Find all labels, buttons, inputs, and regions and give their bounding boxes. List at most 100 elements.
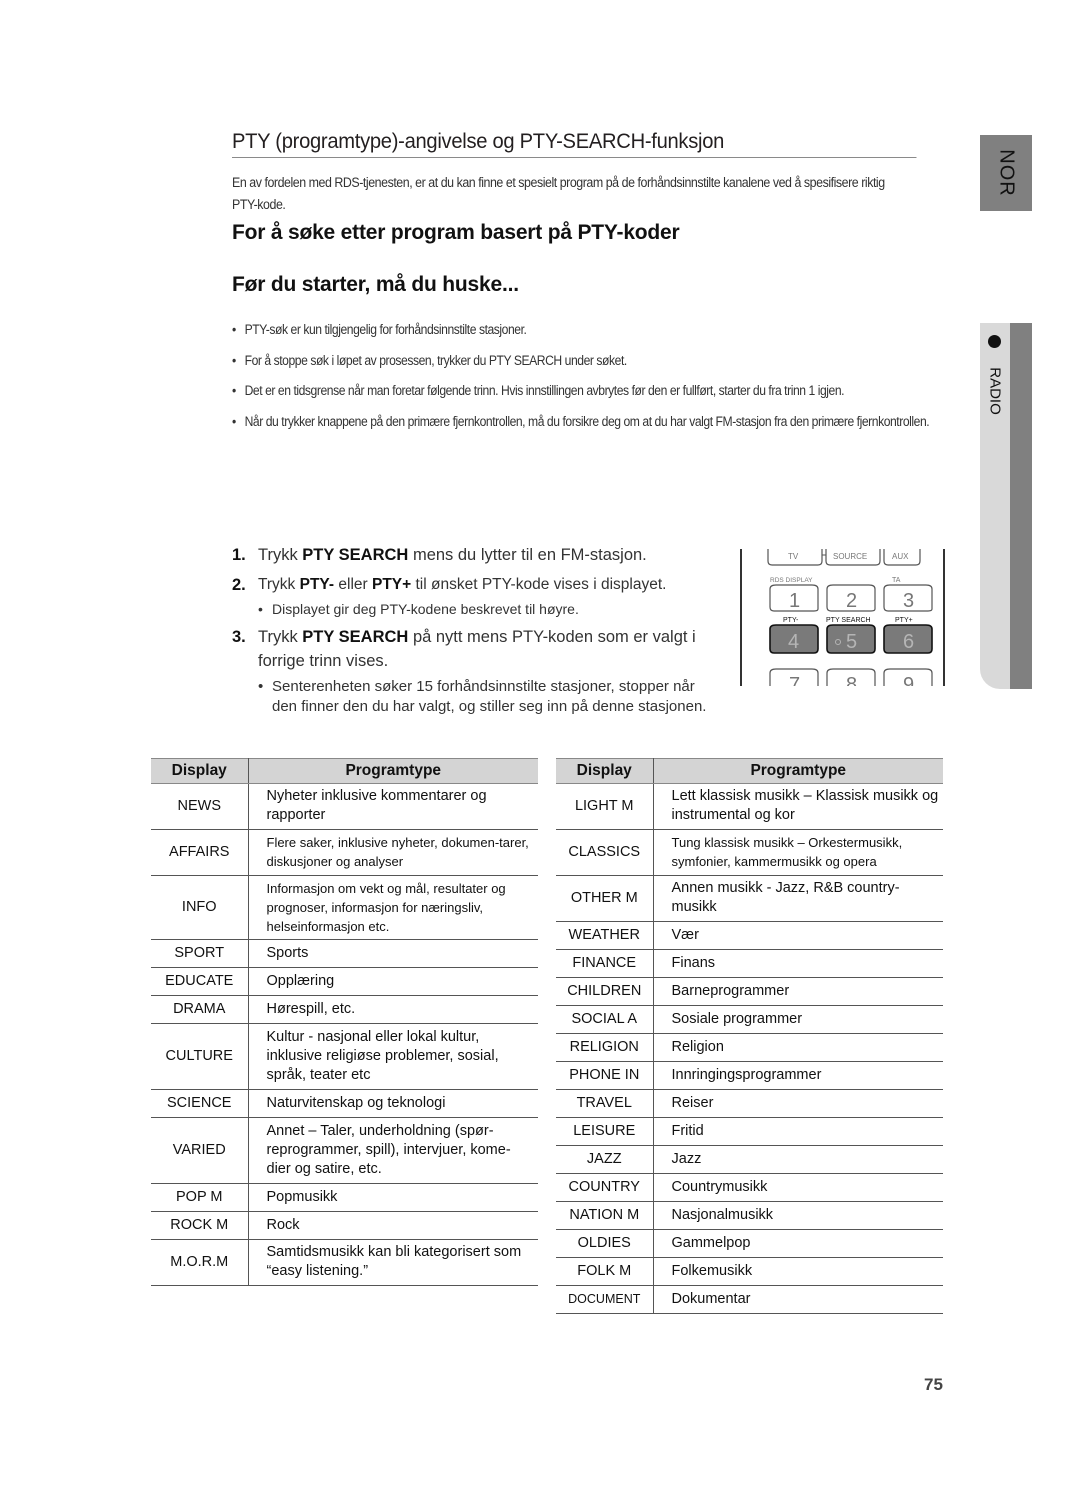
pty-code: FINANCE (556, 949, 654, 978)
step-key: PTY+ (371, 576, 412, 593)
pty-description: Folkemusikk (653, 1257, 943, 1286)
pty-description: Nyheter inklusive kommentarer og rapport… (248, 783, 538, 830)
language-tab-label: NOR (995, 149, 1018, 197)
pty-description: Flere saker, inklusive nyheter, dokumen-… (248, 829, 538, 876)
remote-control-illustration: TV SOURCE AUX RDS DISPLAY TA 1 2 3 PTY- … (740, 549, 945, 686)
pty-description: Hørespill, etc. (248, 995, 538, 1024)
pty-table-left: Display Programtype NEWS Nyheter inklusiv… (151, 758, 538, 1286)
table-row: PHONE IN Innringingsprogrammer (556, 1061, 943, 1090)
pty-code: SPORT (151, 939, 249, 968)
pty-description: Tung klassisk musikk – Orkestermusikk, s… (653, 829, 943, 876)
step-3: 3. Trykk PTY SEARCH på nytt mens PTY-kod… (232, 625, 712, 673)
pty-description: Samtidsmusikk kan bli kategorisert som “… (248, 1239, 538, 1286)
table-row: RELIGION Religion (556, 1033, 943, 1062)
pty-description: Vær (653, 921, 943, 950)
pty-description: Opplæring (248, 967, 538, 996)
digit-label: 4 (788, 631, 799, 653)
digit-row-3: 7 8 9 (769, 668, 933, 686)
pty-description: Lett klassisk musikk – Klassisk musikk o… (653, 783, 943, 830)
digit-label: 3 (903, 590, 914, 612)
pty-search-label: PTY SEARCH (826, 617, 871, 624)
page-number: 75 (924, 1375, 943, 1394)
ta-label: TA (892, 577, 901, 584)
table-row: EDUCATE Opplæring (151, 967, 538, 996)
step-number: 2. (232, 576, 246, 594)
step-key: PTY- (299, 576, 335, 593)
pty-description: Nasjonalmusikk (653, 1201, 943, 1230)
pty-description: Informasjon om vekt og mål, resultater o… (248, 875, 538, 940)
pty-code: M.O.R.M (151, 1239, 249, 1286)
pty-description: Annet – Taler, underholdning (spør-repro… (248, 1117, 538, 1184)
pty-code: LIGHT M (556, 783, 654, 830)
pty-code: VARIED (151, 1117, 249, 1184)
table-row: WEATHER Vær (556, 921, 943, 950)
pty-plus-label: PTY+ (895, 617, 913, 624)
pty-code: OTHER M (556, 875, 654, 922)
pty-description: Kultur - nasjonal eller lokal kultur, in… (248, 1023, 538, 1090)
section-tab: RADIO (980, 323, 1032, 689)
pty-code: SOCIAL A (556, 1005, 654, 1034)
pty-code: RELIGION (556, 1033, 654, 1062)
note-item: Det er en tidsgrense når man foretar føl… (232, 376, 934, 407)
pty-description: Innringingsprogrammer (653, 1061, 943, 1090)
digit-row-1: 1 2 3 (769, 584, 933, 612)
aux-label: AUX (892, 552, 909, 561)
pty-code: POP M (151, 1183, 249, 1212)
digit-label: 5 (846, 631, 857, 653)
section-tab-label: RADIO (986, 367, 1004, 415)
table-row: DOCUMENT Dokumentar (556, 1285, 943, 1314)
step-2: 2. Trykk PTY- eller PTY+ til ønsket PTY-… (232, 573, 712, 597)
pty-code: CULTURE (151, 1023, 249, 1090)
pty-description: Annen musikk - Jazz, R&B country-musikk (653, 875, 943, 922)
heading-search: For å søke etter program basert på PTY-k… (232, 221, 680, 244)
table-row: CHILDREN Barneprogrammer (556, 977, 943, 1006)
pty-code: SCIENCE (151, 1089, 249, 1118)
table-row: ROCK M Rock (151, 1211, 538, 1240)
step-key: PTY SEARCH (302, 546, 409, 564)
tv-label: TV (788, 552, 799, 561)
digit-label: 7 (789, 674, 800, 686)
header-display: Display (151, 758, 249, 784)
table-row: LEISURE Fritid (556, 1117, 943, 1146)
pty-description: Countrymusikk (653, 1173, 943, 1202)
step-text: Trykk (258, 628, 303, 646)
table-header-row: Display Programtype (151, 758, 538, 784)
pty-description: Sosiale programmer (653, 1005, 943, 1034)
note-item: Når du trykker knappene på den primære f… (232, 407, 934, 437)
pty-code: PHONE IN (556, 1061, 654, 1090)
step-text: eller (334, 576, 372, 593)
table-header-row: Display Programtype (556, 758, 943, 784)
digit-label: 8 (846, 674, 857, 686)
rds-display-label: RDS DISPLAY (770, 577, 813, 584)
digit-label: 6 (903, 631, 914, 653)
pty-description: Religion (653, 1033, 943, 1062)
pty-description: Reiser (653, 1089, 943, 1118)
step-number: 3. (232, 628, 246, 646)
note-item: For å stoppe søk i løpet av prosessen, t… (232, 346, 934, 377)
pty-code: ROCK M (151, 1211, 249, 1240)
pty-description: Finans (653, 949, 943, 978)
pty-code: JAZZ (556, 1145, 654, 1174)
pty-description: Rock (248, 1211, 538, 1240)
pty-minus-label: PTY- (783, 617, 799, 624)
pty-code: TRAVEL (556, 1089, 654, 1118)
table-row: JAZZ Jazz (556, 1145, 943, 1174)
digit-row-2: 4 5 6 (769, 624, 933, 654)
pty-description: Fritid (653, 1117, 943, 1146)
table-row: CLASSICS Tung klassisk musikk – Orkesterm… (556, 829, 943, 876)
pty-description: Popmusikk (248, 1183, 538, 1212)
bullet-dot-icon (988, 335, 1001, 348)
header-display: Display (556, 758, 654, 784)
heading-before-start: Før du starter, må du huske... (232, 273, 519, 296)
table-row: FINANCE Finans (556, 949, 943, 978)
table-row: M.O.R.M Samtidsmusikk kan bli kategoriser… (151, 1239, 538, 1286)
pty-code: OLDIES (556, 1229, 654, 1258)
step-text: Trykk (258, 576, 300, 593)
pty-code: NEWS (151, 783, 249, 830)
header-programtype: Programtype (653, 758, 943, 784)
step-text: til ønsket PTY-kode vises i displayet. (411, 576, 667, 593)
pty-code: CHILDREN (556, 977, 654, 1006)
step-3-sub: Senterenheten søker 15 forhåndsinnstilte… (232, 677, 712, 717)
pty-code: AFFAIRS (151, 829, 249, 876)
pty-description: Dokumentar (653, 1285, 943, 1314)
